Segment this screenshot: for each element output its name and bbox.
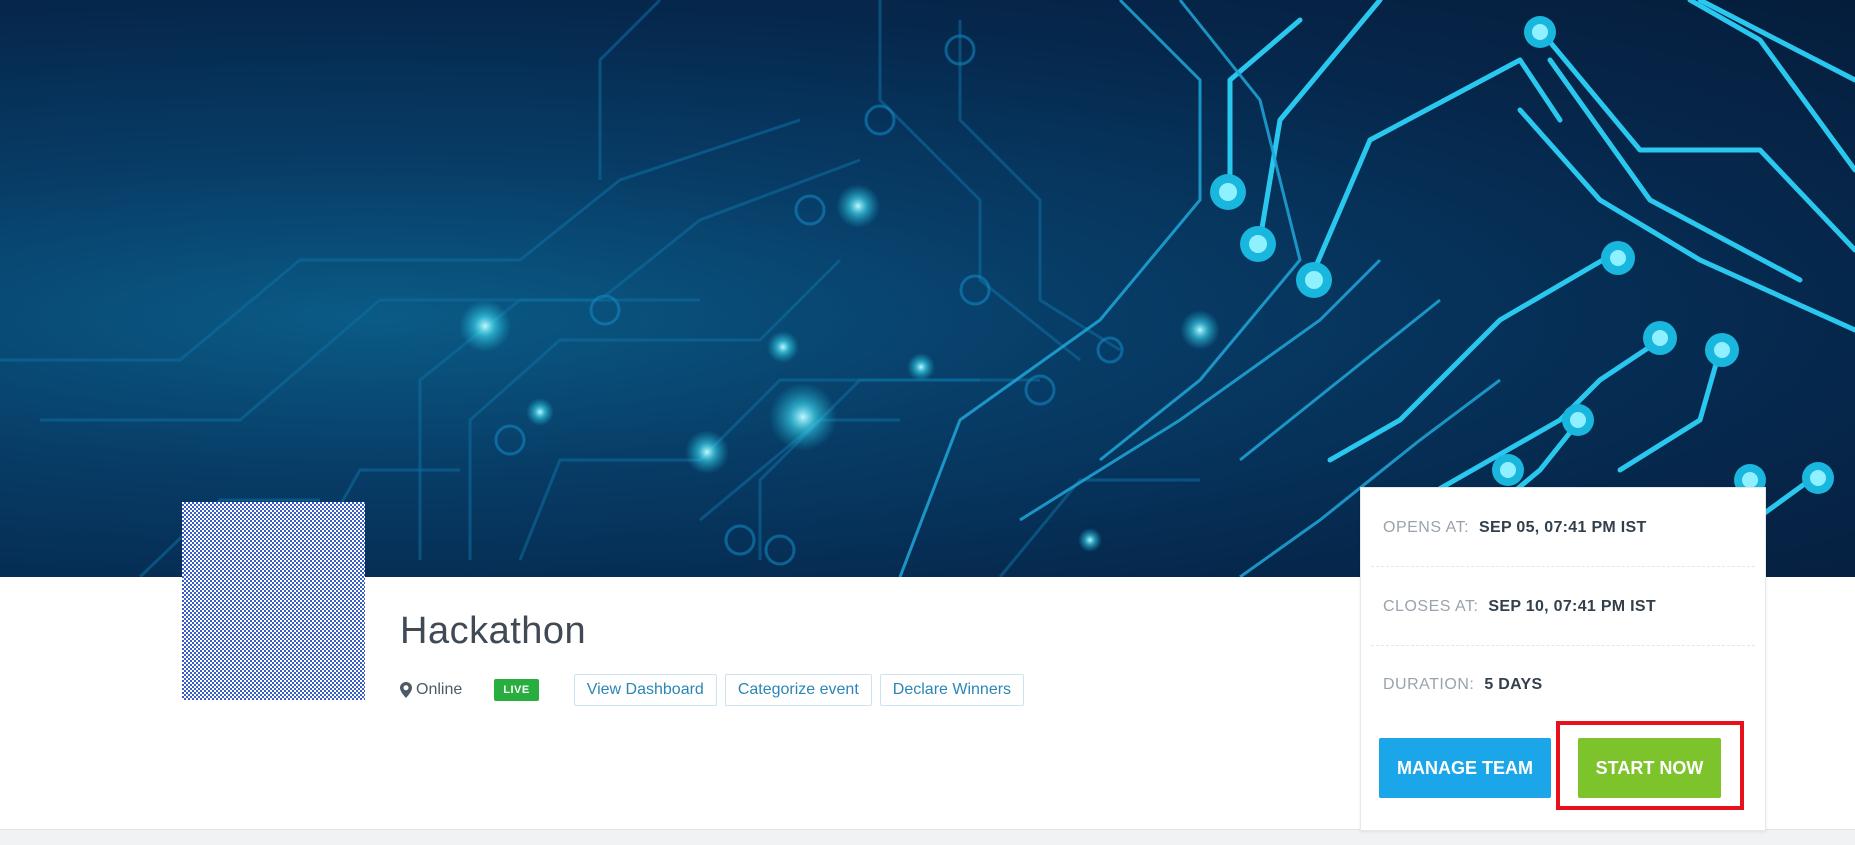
divider — [1371, 566, 1755, 567]
event-logo — [182, 502, 365, 700]
duration-value: 5 DAYS — [1484, 676, 1543, 693]
opens-at-row: OPENS AT: SEP 05, 07:41 PM IST — [1383, 508, 1743, 548]
closes-at-label: CLOSES AT: — [1383, 598, 1479, 615]
opens-at-value: SEP 05, 07:41 PM IST — [1479, 519, 1647, 536]
closes-at-row: CLOSES AT: SEP 10, 07:41 PM IST — [1383, 587, 1743, 627]
start-now-button[interactable]: START NOW — [1578, 738, 1721, 798]
location-text: Online — [416, 681, 463, 698]
opens-at-label: OPENS AT: — [1383, 519, 1470, 536]
closes-at-value: SEP 10, 07:41 PM IST — [1488, 598, 1656, 615]
declare-winners-button[interactable]: Declare Winners — [879, 674, 1025, 706]
map-pin-icon — [400, 682, 412, 698]
view-dashboard-button[interactable]: View Dashboard — [573, 674, 717, 706]
duration-label: DURATION: — [1383, 676, 1475, 693]
manage-team-button[interactable]: MANAGE TEAM — [1379, 738, 1551, 798]
page-divider-strip — [0, 829, 1855, 845]
event-schedule-panel: OPENS AT: SEP 05, 07:41 PM IST CLOSES AT… — [1360, 487, 1766, 831]
duration-row: DURATION: 5 DAYS — [1383, 665, 1743, 705]
event-title: Hackathon — [400, 610, 587, 652]
live-status-badge: LIVE — [494, 679, 539, 701]
divider — [1371, 645, 1755, 646]
event-meta-row: Online LIVE View Dashboard Categorize ev… — [400, 674, 1025, 706]
event-location: Online — [400, 681, 462, 699]
categorize-event-button[interactable]: Categorize event — [724, 674, 872, 706]
